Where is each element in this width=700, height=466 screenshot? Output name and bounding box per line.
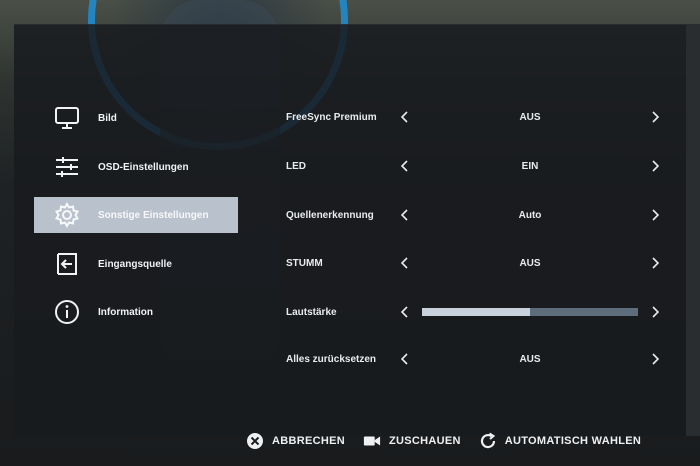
sidebar-item-information[interactable]: Information bbox=[34, 294, 238, 330]
chevron-left-icon[interactable] bbox=[398, 110, 412, 124]
footer-actions: ABBRECHEN ZUSCHAUEN AUTOMATISCH WAHLEN bbox=[246, 431, 659, 451]
setting-row-led[interactable]: LED EIN bbox=[286, 156, 662, 176]
setting-name: Quellenerkennung bbox=[286, 209, 374, 221]
sidebar-item-bild[interactable]: Bild bbox=[34, 100, 238, 136]
volume-slider[interactable] bbox=[422, 308, 638, 316]
chevron-left-icon[interactable] bbox=[398, 256, 412, 270]
gear-icon bbox=[52, 200, 82, 230]
sidebar-item-osd-einstellungen[interactable]: OSD-Einstellungen bbox=[34, 149, 238, 185]
auto-select-button[interactable]: AUTOMATISCH WAHLEN bbox=[479, 432, 641, 450]
setting-value: AUS bbox=[519, 353, 541, 365]
setting-name: FreeSync Premium bbox=[286, 111, 377, 123]
sidebar-item-label: Bild bbox=[98, 112, 117, 124]
setting-row-stumm[interactable]: STUMM AUS bbox=[286, 253, 662, 273]
sidebar-item-label: OSD-Einstellungen bbox=[98, 161, 189, 173]
sidebar-item-label: Information bbox=[98, 306, 153, 318]
info-icon bbox=[52, 297, 82, 327]
setting-name: Alles zurücksetzen bbox=[286, 353, 377, 365]
setting-name: STUMM bbox=[286, 257, 323, 269]
monitor-icon bbox=[52, 103, 82, 133]
chevron-left-icon[interactable] bbox=[398, 159, 412, 173]
sidebar-item-sonstige-einstellungen[interactable]: Sonstige Einstellungen bbox=[34, 197, 238, 233]
setting-value: AUS bbox=[519, 257, 541, 269]
chevron-right-icon[interactable] bbox=[648, 159, 662, 173]
background-edge bbox=[686, 24, 700, 436]
chevron-left-icon[interactable] bbox=[398, 208, 412, 222]
sidebar-item-label: Eingangsquelle bbox=[98, 258, 172, 270]
chevron-right-icon[interactable] bbox=[648, 256, 662, 270]
camera-icon bbox=[363, 432, 381, 450]
watch-label: ZUSCHAUEN bbox=[388, 435, 461, 447]
input-source-icon bbox=[52, 249, 82, 279]
setting-row-lautstaerke[interactable]: Lautstärke bbox=[286, 302, 662, 322]
setting-row-alles-zuruecksetzen[interactable]: Alles zurücksetzen AUS bbox=[286, 349, 662, 369]
sidebar-item-eingangsquelle[interactable]: Eingangsquelle bbox=[34, 246, 238, 282]
setting-name: LED bbox=[286, 160, 306, 172]
watch-button[interactable]: ZUSCHAUEN bbox=[363, 432, 461, 450]
setting-row-quellenerkennung[interactable]: Quellenerkennung Auto bbox=[286, 205, 662, 225]
auto-select-label: AUTOMATISCH WAHLEN bbox=[504, 435, 642, 447]
setting-value: EIN bbox=[521, 160, 539, 172]
chevron-left-icon[interactable] bbox=[398, 352, 412, 366]
cancel-button[interactable]: ABBRECHEN bbox=[246, 432, 345, 450]
chevron-right-icon[interactable] bbox=[648, 110, 662, 124]
setting-value: AUS bbox=[519, 111, 541, 123]
refresh-icon bbox=[479, 432, 497, 450]
setting-value: Auto bbox=[518, 209, 542, 221]
setting-row-freesync[interactable]: FreeSync Premium AUS bbox=[286, 107, 662, 127]
chevron-left-icon[interactable] bbox=[398, 305, 412, 319]
chevron-right-icon[interactable] bbox=[648, 352, 662, 366]
cancel-label: ABBRECHEN bbox=[272, 435, 345, 447]
close-circle-icon bbox=[246, 432, 264, 450]
chevron-right-icon[interactable] bbox=[648, 305, 662, 319]
sliders-icon bbox=[52, 152, 82, 182]
chevron-right-icon[interactable] bbox=[648, 208, 662, 222]
setting-name: Lautstärke bbox=[286, 306, 337, 318]
sidebar-item-label: Sonstige Einstellungen bbox=[98, 209, 209, 221]
volume-slider-fill bbox=[422, 308, 530, 316]
